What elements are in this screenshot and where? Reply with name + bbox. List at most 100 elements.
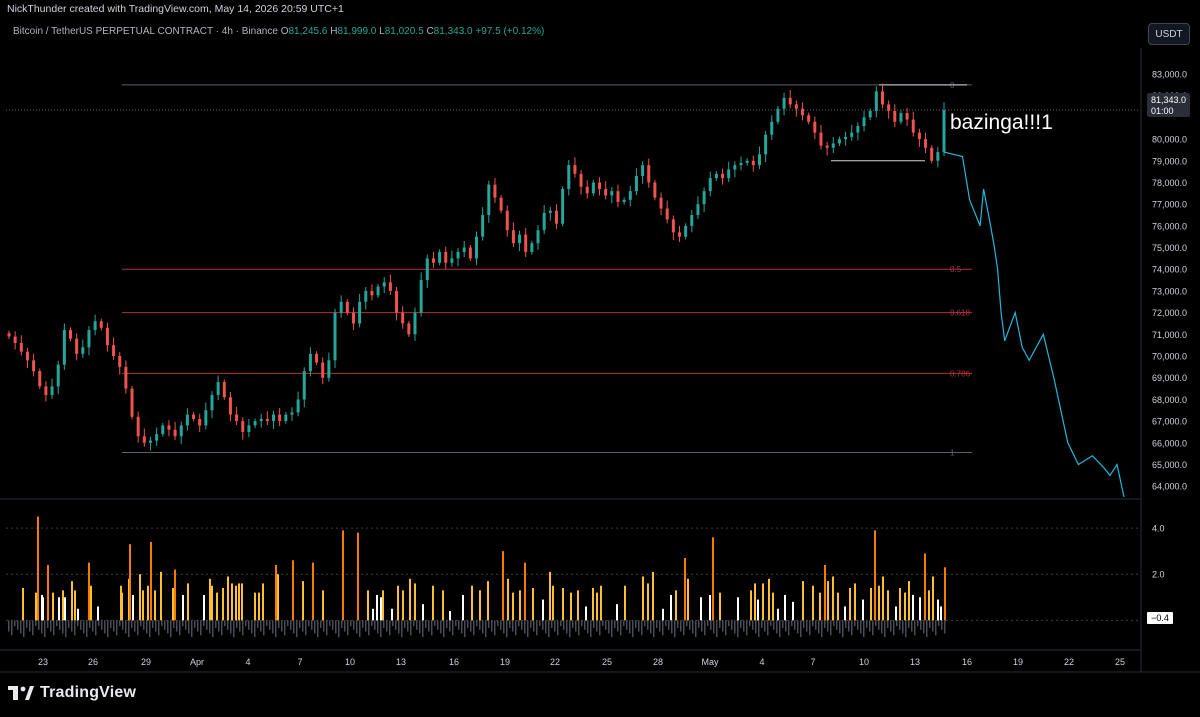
oscillator-bar — [380, 597, 382, 621]
oscillator-negative-bar — [527, 620, 529, 638]
oscillator-bar — [904, 592, 906, 621]
oscillator-negative-bar — [926, 620, 928, 638]
candle-body — [155, 434, 159, 441]
oscillator-negative-bar — [440, 620, 442, 634]
oscillator-negative-bar — [263, 620, 265, 636]
oscillator-bar — [174, 569, 176, 621]
oscillator-negative-bar — [410, 620, 412, 636]
candle-body — [87, 329, 91, 348]
candle-body — [782, 97, 786, 109]
oscillator-bar — [827, 581, 829, 621]
oscillator-negative-bar — [218, 620, 220, 632]
oscillator-negative-bar — [110, 620, 112, 628]
oscillator-negative-bar — [362, 620, 364, 628]
time-axis-tick: 7 — [810, 657, 815, 667]
oscillator-negative-bar — [44, 620, 46, 638]
oscillator-negative-bar — [386, 620, 388, 632]
oscillator-negative-bar — [575, 620, 577, 632]
oscillator-negative-bar — [125, 620, 127, 634]
oscillator-bar — [542, 599, 544, 621]
currency-button[interactable]: USDT — [1148, 23, 1190, 45]
candle-body — [702, 191, 706, 205]
price-axis-tick: 67,000.0 — [1152, 417, 1187, 427]
oscillator-negative-bar — [365, 620, 367, 632]
oscillator-bar — [600, 585, 602, 621]
oscillator-negative-bar — [209, 620, 211, 634]
oscillator-bar — [47, 564, 49, 621]
candle-body — [659, 197, 663, 209]
close-value: 81,343.0 — [433, 26, 473, 37]
candle-body — [339, 301, 343, 313]
candle-body — [81, 347, 85, 354]
time-axis-tick: 16 — [962, 657, 972, 667]
candle-body — [677, 232, 681, 237]
candle-body — [50, 386, 54, 396]
oscillator-bar — [624, 585, 626, 621]
candle-body — [395, 290, 399, 313]
oscillator-negative-bar — [377, 620, 379, 634]
oscillator-negative-bar — [23, 620, 25, 638]
oscillator-negative-bar — [740, 620, 742, 628]
oscillator-negative-bar — [407, 620, 409, 632]
oscillator-negative-bar — [515, 620, 517, 636]
oscillator-bar — [924, 553, 926, 621]
oscillator-negative-bar — [494, 620, 496, 636]
oscillator-bar — [870, 588, 872, 621]
oscillator-bar — [275, 564, 277, 621]
oscillator-negative-bar — [320, 620, 322, 628]
candle-body — [124, 366, 128, 389]
oscillator-bar — [238, 583, 240, 621]
candle-body — [721, 173, 725, 179]
oscillator-bar — [874, 530, 876, 621]
symbol-name[interactable]: Bitcoin / TetherUS PERPETUAL CONTRACT · … — [13, 26, 278, 37]
oscillator-negative-bar — [227, 620, 229, 630]
candle-body — [93, 321, 97, 330]
candle-body — [887, 104, 891, 111]
candle-body — [764, 134, 768, 155]
oscillator-bar — [940, 606, 942, 621]
oscillator-negative-bar — [521, 620, 523, 630]
annotation-text: bazinga!!!1 — [950, 111, 1053, 134]
oscillator-negative-bar — [137, 620, 139, 636]
oscillator-negative-bar — [707, 620, 709, 627]
oscillator-bar — [519, 590, 521, 621]
price-axis-tick: 75,000.0 — [1152, 243, 1187, 253]
candle-body — [222, 382, 226, 398]
oscillator-negative-bar — [764, 620, 766, 632]
oscillator-negative-bar — [860, 620, 862, 634]
candle-body — [413, 312, 417, 335]
oscillator-negative-bar — [584, 620, 586, 630]
oscillator-negative-bar — [896, 620, 898, 627]
oscillator-negative-bar — [239, 620, 241, 632]
chart-canvas[interactable]: 00.50.6180.7861 83,000.082,000.080,000.0… — [0, 0, 1200, 717]
oscillator-negative-bar — [359, 620, 361, 638]
oscillator-negative-bar — [329, 620, 331, 627]
candle-body — [438, 251, 442, 263]
oscillator-bar — [409, 578, 411, 621]
candle-body — [714, 173, 718, 179]
oscillator-negative-bar — [641, 620, 643, 636]
oscillator-negative-bar — [623, 620, 625, 627]
oscillator-bar — [944, 567, 946, 621]
oscillator-bar — [854, 583, 856, 621]
oscillator-negative-bar — [602, 620, 604, 627]
oscillator-negative-bar — [128, 620, 130, 638]
oscillator-negative-bar — [8, 620, 10, 632]
candle-body — [788, 97, 792, 105]
candle-body — [579, 173, 583, 187]
oscillator-negative-bar — [503, 620, 505, 634]
oscillator-negative-bar — [446, 620, 448, 628]
fib-level-label: 0.786 — [950, 369, 971, 378]
oscillator-bar — [471, 585, 473, 621]
oscillator-bar — [62, 590, 64, 621]
tradingview-logo[interactable]: TradingView — [8, 684, 136, 702]
oscillator-bar — [90, 585, 92, 621]
candle-body — [634, 175, 638, 192]
oscillator-bar — [357, 532, 359, 621]
oscillator-negative-bar — [221, 620, 223, 636]
oscillator-negative-bar — [452, 620, 454, 636]
candle-body — [112, 345, 116, 357]
time-axis-tick: 22 — [550, 657, 560, 667]
oscillator-negative-bar — [854, 620, 856, 627]
oscillator-bar — [322, 590, 324, 621]
